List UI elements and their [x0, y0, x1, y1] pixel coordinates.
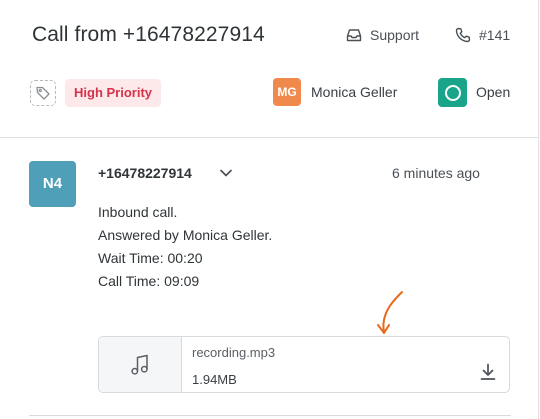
- agent-avatar[interactable]: MG: [273, 78, 301, 106]
- conversation-panel: Call from +16478227914 Support #141 High…: [0, 0, 539, 419]
- attachment-filename: recording.mp3: [192, 345, 276, 360]
- message-line: Inbound call.: [98, 204, 178, 220]
- download-icon[interactable]: [480, 363, 496, 381]
- caller-avatar: N4: [29, 161, 76, 207]
- ticket-label: #141: [479, 27, 511, 43]
- caller-number: +16478227914: [98, 165, 192, 181]
- add-tag-button[interactable]: [30, 80, 56, 106]
- message-body: Inbound call. Answered by Monica Geller.…: [98, 201, 272, 293]
- status-label[interactable]: Open: [476, 84, 510, 100]
- chevron-down-icon[interactable]: [219, 167, 233, 179]
- phone-icon: [455, 27, 471, 43]
- support-label: Support: [370, 27, 420, 43]
- message-line: Answered by Monica Geller.: [98, 227, 273, 243]
- ticket-number[interactable]: #141: [455, 27, 510, 43]
- priority-badge[interactable]: High Priority: [65, 79, 162, 107]
- inbox-icon: [346, 29, 362, 42]
- message-line: Call Time: 09:09: [98, 273, 200, 289]
- status-icon[interactable]: [438, 78, 467, 107]
- divider: [29, 415, 511, 416]
- page-title: Call from +16478227914: [32, 23, 265, 46]
- agent-name[interactable]: Monica Geller: [311, 84, 397, 100]
- inbox-support[interactable]: Support: [346, 27, 419, 43]
- curved-arrow-icon: [377, 291, 403, 334]
- message-timestamp: 6 minutes ago: [392, 165, 480, 181]
- attachment-card[interactable]: recording.mp3 1.94MB: [98, 336, 510, 393]
- message-line: Wait Time: 00:20: [98, 250, 203, 266]
- attachment-size: 1.94MB: [192, 372, 237, 387]
- music-note-icon: [131, 354, 148, 375]
- conversation-header: Call from +16478227914 Support #141 High…: [0, 0, 539, 138]
- attachment-thumbnail: [99, 337, 182, 392]
- tag-icon: [36, 86, 50, 100]
